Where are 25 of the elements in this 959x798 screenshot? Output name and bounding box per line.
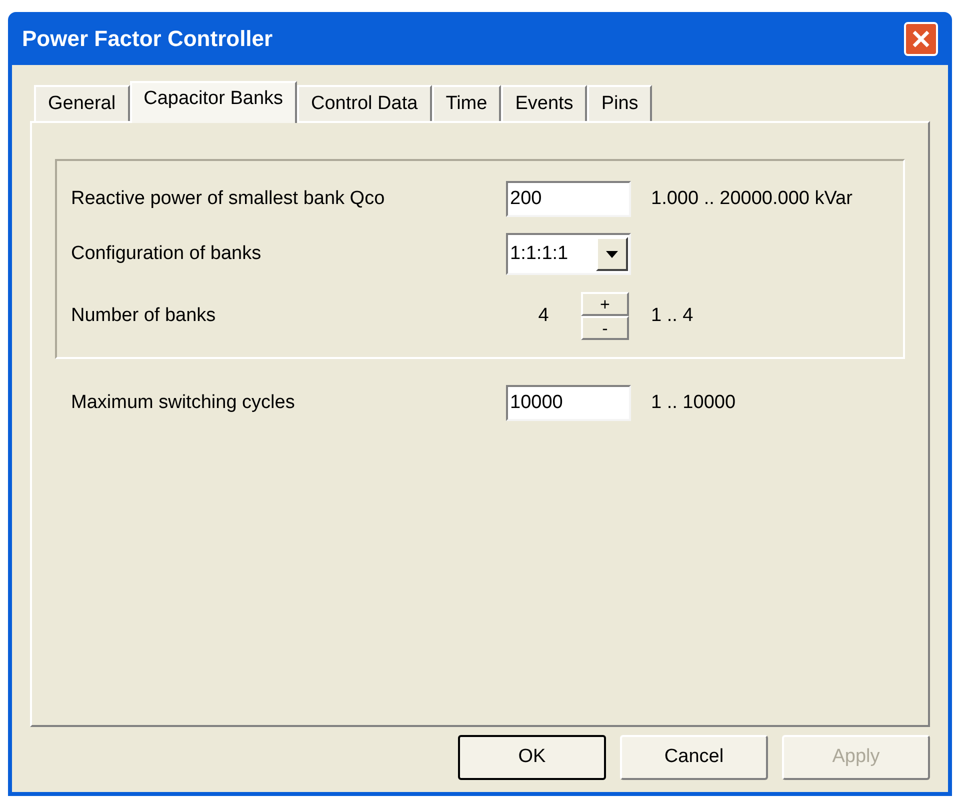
caret-icon (596, 237, 628, 271)
value-field[interactable]: 200 (506, 181, 631, 217)
window-title: Power Factor Controller (22, 25, 273, 53)
tab[interactable]: Pins (587, 85, 652, 121)
tab[interactable]: Capacitor Banks (130, 81, 298, 123)
close-icon (912, 30, 930, 48)
field-label: Maximum switching cycles (71, 390, 296, 415)
tab[interactable]: Control Data (297, 85, 432, 121)
field-label: Reactive power of smallest bank Qco (71, 186, 386, 211)
tab[interactable]: Events (501, 85, 588, 121)
close-button[interactable] (904, 22, 938, 56)
bank-count: 4 (537, 304, 550, 328)
range-hint: 1 .. 4 (651, 304, 694, 328)
tab[interactable]: Time (432, 85, 502, 121)
value-field[interactable]: 10000 (506, 385, 631, 421)
increment-button[interactable]: + (581, 292, 629, 316)
range-hint: 1.000 .. 20000.000 kVar (651, 186, 852, 211)
configuration-dropdown[interactable]: 1:1:1:1 (506, 233, 631, 275)
field-label: Configuration of banks (71, 242, 262, 266)
range-hint: 1 .. 10000 (651, 390, 736, 415)
dialog-button[interactable]: OK (458, 735, 606, 780)
field-label: Number of banks (71, 304, 217, 328)
dialog-button[interactable]: Cancel (620, 735, 768, 780)
tab[interactable]: General (34, 85, 130, 121)
decrement-button[interactable]: - (581, 316, 629, 340)
